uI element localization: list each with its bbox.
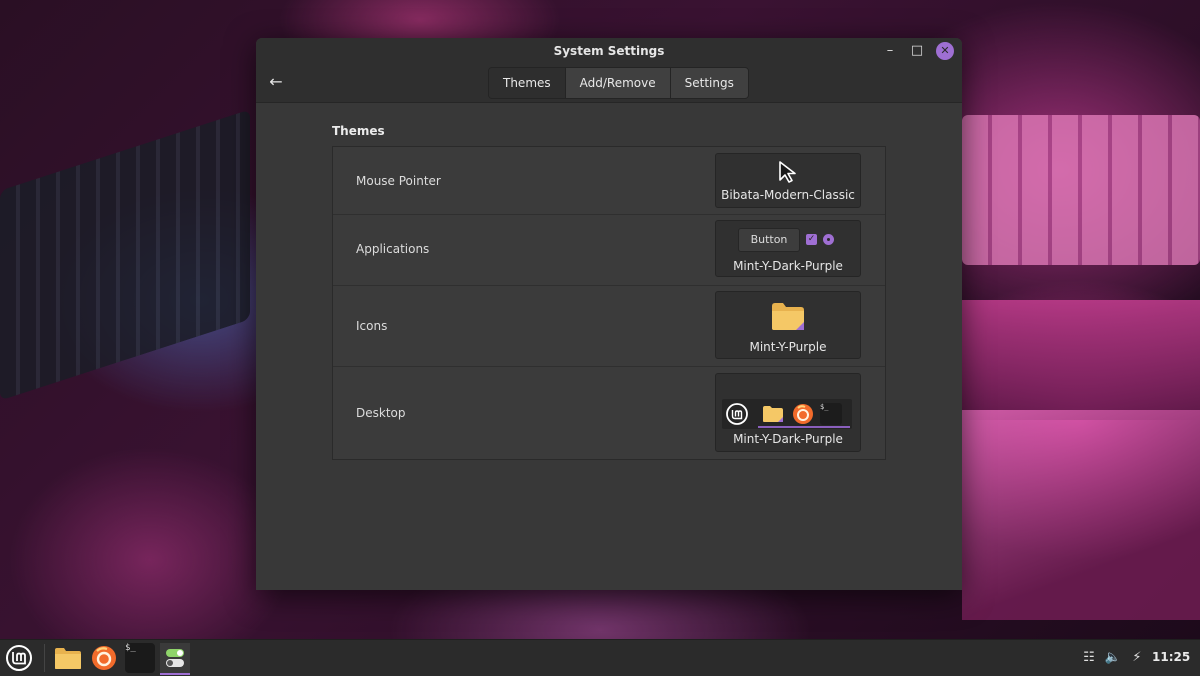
- files-icon[interactable]: [53, 643, 83, 673]
- terminal-icon[interactable]: $_: [125, 643, 155, 673]
- applications-theme-name: Mint-Y-Dark-Purple: [733, 259, 843, 273]
- icons-chooser-button[interactable]: Mint-Y-Purple: [715, 291, 861, 359]
- row-applications: Applications Button ✓ Mint-Y-Dark-Purple: [333, 214, 885, 286]
- firefox-icon[interactable]: [89, 643, 119, 673]
- tab-themes[interactable]: Themes: [489, 68, 566, 98]
- mint-logo-icon: [726, 403, 748, 425]
- preview-button: Button: [738, 228, 800, 252]
- taskbar-separator: [44, 644, 45, 672]
- mouse-pointer-theme-name: Bibata-Modern-Classic: [721, 188, 855, 202]
- cursor-icon: [779, 161, 796, 183]
- terminal-icon: $_: [820, 403, 842, 425]
- applications-chooser-button[interactable]: Button ✓ Mint-Y-Dark-Purple: [715, 220, 861, 277]
- tab-settings[interactable]: Settings: [670, 68, 748, 98]
- taskbar: $_ ☷ 🔈 ⚡ 11:25: [0, 639, 1200, 676]
- desktop-chooser-button[interactable]: $_ Mint-Y-Dark-Purple: [715, 373, 861, 452]
- volume-icon[interactable]: 🔈: [1104, 649, 1122, 667]
- system-settings-window: System Settings – □ ✕ ← Themes Add/Remov…: [256, 38, 962, 590]
- firefox-icon: [793, 404, 813, 424]
- system-settings-icon[interactable]: [160, 643, 190, 675]
- battery-icon[interactable]: ⚡: [1128, 649, 1146, 667]
- window-titlebar: System Settings – □ ✕ ← Themes Add/Remov…: [256, 38, 962, 103]
- minimize-icon[interactable]: –: [881, 42, 899, 60]
- mint-menu-icon[interactable]: [4, 643, 34, 673]
- wallpaper-console: [962, 300, 1200, 420]
- themes-list: Mouse Pointer Bibata-Modern-Classic Appl…: [332, 146, 886, 460]
- maximize-icon[interactable]: □: [908, 42, 926, 60]
- folder-icon: [763, 406, 783, 422]
- row-label-icons: Icons: [356, 319, 388, 333]
- row-label-applications: Applications: [356, 242, 430, 256]
- row-icons: Icons Mint-Y-Purple: [333, 285, 885, 367]
- row-label-mouse-pointer: Mouse Pointer: [356, 174, 441, 188]
- panel-preview-underline: [758, 426, 850, 428]
- row-desktop: Desktop $_ Mint-Y-Dark-Purple: [333, 366, 885, 458]
- desktop-theme-name: Mint-Y-Dark-Purple: [733, 432, 843, 446]
- network-icon[interactable]: ☷: [1080, 649, 1098, 667]
- panel-preview: $_: [722, 399, 852, 429]
- radio-preview-icon: [823, 234, 834, 245]
- wallpaper-keyboard-left: [0, 109, 250, 401]
- tab-bar: Themes Add/Remove Settings: [488, 67, 749, 99]
- row-mouse-pointer: Mouse Pointer Bibata-Modern-Classic: [333, 147, 885, 215]
- checkbox-preview-icon: ✓: [806, 234, 817, 245]
- tab-add-remove[interactable]: Add/Remove: [565, 68, 671, 98]
- icons-theme-name: Mint-Y-Purple: [749, 340, 827, 354]
- window-title: System Settings: [553, 44, 665, 58]
- mouse-pointer-chooser-button[interactable]: Bibata-Modern-Classic: [715, 153, 861, 208]
- folder-icon: [772, 303, 804, 330]
- row-label-desktop: Desktop: [356, 406, 406, 420]
- clock[interactable]: 11:25: [1152, 650, 1190, 664]
- wallpaper-keyboard-right: [962, 115, 1200, 265]
- wallpaper-cartridge: [962, 410, 1200, 620]
- back-arrow-icon[interactable]: ←: [266, 72, 286, 92]
- section-title-themes: Themes: [332, 124, 385, 138]
- close-icon[interactable]: ✕: [936, 42, 954, 60]
